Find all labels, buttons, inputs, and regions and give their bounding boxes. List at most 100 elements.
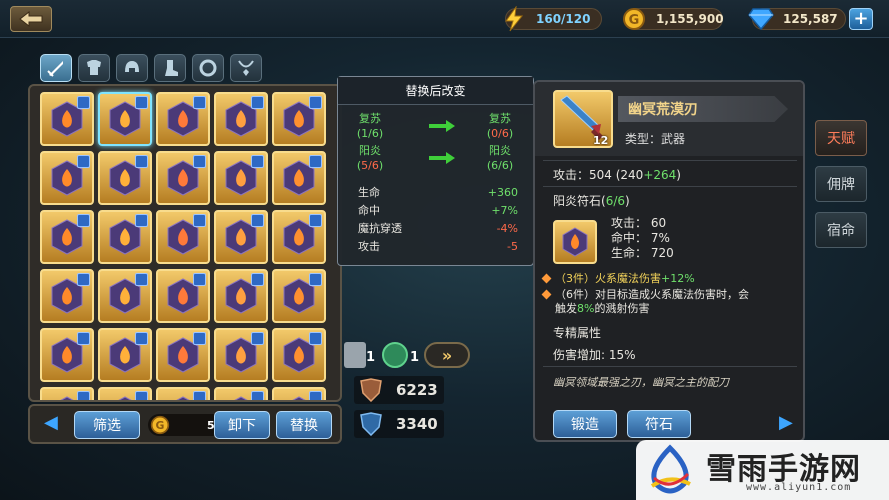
rune-slot[interactable]: [98, 210, 152, 264]
inventory-action-bar: ◀ 筛选 G 500 卸下 替换: [28, 404, 342, 444]
shield-bronze-icon: [358, 378, 384, 406]
rune-slot[interactable]: [40, 387, 94, 400]
equip-badge-icon: [77, 391, 90, 400]
attack-base: 504 (240: [589, 168, 644, 182]
rune-slot[interactable]: [272, 269, 326, 323]
rune-slot[interactable]: [156, 269, 210, 323]
equip-badge-icon: [77, 214, 90, 227]
unequip-button[interactable]: 卸下: [214, 411, 270, 439]
rune-slot[interactable]: [214, 92, 268, 146]
rune-slot[interactable]: [272, 210, 326, 264]
equip-badge-icon: [135, 273, 148, 286]
set-bonus-6-text: 触发: [555, 302, 577, 315]
next-page-arrow-icon[interactable]: ▶: [779, 412, 793, 433]
rune-slot[interactable]: [156, 328, 210, 382]
divider: [543, 186, 797, 187]
tab-armor[interactable]: [78, 54, 110, 82]
diamond-icon: [747, 5, 775, 33]
rune-set-name: 阳炎符石(: [553, 194, 606, 208]
scroll-count: 1: [366, 350, 376, 365]
rune-slot[interactable]: [156, 387, 210, 400]
equip-badge-icon: [309, 332, 322, 345]
bullet-icon: [541, 289, 552, 300]
rune-slot[interactable]: [156, 92, 210, 146]
ring-icon: [199, 59, 217, 77]
stat-change-row: 攻击 -5: [358, 237, 518, 255]
rune-slot[interactable]: [214, 328, 268, 382]
filter-button[interactable]: 筛选: [74, 411, 140, 439]
prev-page-arrow-icon[interactable]: ◀: [44, 412, 58, 433]
special-title: 专精属性: [553, 326, 602, 340]
rune-slot[interactable]: [40, 92, 94, 146]
fast-forward-button[interactable]: »: [424, 342, 470, 368]
rune-stat: 命中： 7%: [611, 231, 670, 245]
gold-coin-icon: G: [150, 415, 170, 438]
set-name: 复苏: [359, 112, 381, 125]
rune-slot[interactable]: [40, 210, 94, 264]
rune-slot[interactable]: [214, 387, 268, 400]
rune-slot[interactable]: [156, 151, 210, 205]
add-gems-button[interactable]: +: [849, 8, 873, 30]
stat-delta: -5: [507, 239, 518, 253]
rune-slot[interactable]: [40, 328, 94, 382]
rune-button[interactable]: 符石: [627, 410, 691, 438]
rune-slot[interactable]: [40, 269, 94, 323]
item-detail-panel: 12 幽冥荒漠刃 类型：武器 攻击：504 (240+264) 阳炎符石(6/6…: [533, 80, 805, 442]
rune-slot[interactable]: [40, 151, 94, 205]
rune-slot[interactable]: [272, 387, 326, 400]
equip-badge-icon: [135, 332, 148, 345]
rune-set-title: 阳炎符石(6/6): [553, 192, 630, 209]
equip-badge-icon: [77, 273, 90, 286]
attack-label: 攻击：: [553, 168, 590, 182]
equip-badge-icon: [251, 96, 264, 109]
rune-slot[interactable]: [272, 151, 326, 205]
stat-change-row: 魔抗穿透 -4%: [358, 219, 518, 237]
set-after-count: (6/6): [486, 159, 514, 172]
rune-slot[interactable]: [214, 210, 268, 264]
set-bonus-6-value: 8%: [577, 302, 595, 315]
replace-button[interactable]: 替换: [276, 411, 332, 439]
tab-ring[interactable]: [192, 54, 224, 82]
tab-boots[interactable]: [154, 54, 186, 82]
set-bonus-3-text: （3件）火系魔法伤害: [555, 272, 661, 285]
tab-mercenary[interactable]: 佣牌: [815, 166, 867, 202]
rune-slot[interactable]: [98, 151, 152, 205]
tab-fate[interactable]: 宿命: [815, 212, 867, 248]
divider: [543, 366, 797, 367]
rune-slot[interactable]: [272, 92, 326, 146]
gem-counter: 125,587: [748, 8, 846, 30]
equip-badge-icon: [77, 332, 90, 345]
rune-slot[interactable]: [98, 92, 152, 146]
rune-slot[interactable]: [98, 387, 152, 400]
divider: [543, 160, 797, 161]
armor-icon: [87, 60, 101, 75]
necklace-icon: [238, 60, 254, 76]
item-name: 幽冥荒漠刃: [618, 96, 788, 122]
power-value-1: 6223: [396, 381, 438, 399]
rune-slot[interactable]: [98, 328, 152, 382]
svg-text:G: G: [156, 419, 165, 432]
rune-slot[interactable]: [214, 269, 268, 323]
tab-helmet[interactable]: [116, 54, 148, 82]
stat-change-row: 命中 +7%: [358, 201, 518, 219]
item-header: 12 幽冥荒漠刃 类型：武器: [535, 82, 803, 156]
tab-weapon[interactable]: [40, 54, 72, 82]
tab-necklace[interactable]: [230, 54, 262, 82]
set-name: 阳炎: [489, 144, 511, 157]
rune-slot[interactable]: [272, 328, 326, 382]
set-bonus-3-value: +12%: [661, 272, 695, 285]
tab-talent[interactable]: 天赋: [815, 120, 867, 156]
equip-badge-icon: [193, 96, 206, 109]
energy-counter: 160/120: [505, 6, 602, 32]
rune-slot[interactable]: [98, 269, 152, 323]
rune-slot[interactable]: [156, 210, 210, 264]
rune-slot[interactable]: [214, 151, 268, 205]
stat-delta: -4%: [496, 221, 518, 235]
forge-button[interactable]: 锻造: [553, 410, 617, 438]
set-name: 复苏: [489, 112, 511, 125]
rune-set-close: ): [625, 194, 630, 208]
set-row-2-after: 阳炎 (6/6): [478, 143, 522, 173]
stat-delta: +7%: [491, 203, 518, 217]
back-button[interactable]: [10, 6, 52, 32]
attack-line: 攻击：504 (240+264): [553, 166, 681, 183]
